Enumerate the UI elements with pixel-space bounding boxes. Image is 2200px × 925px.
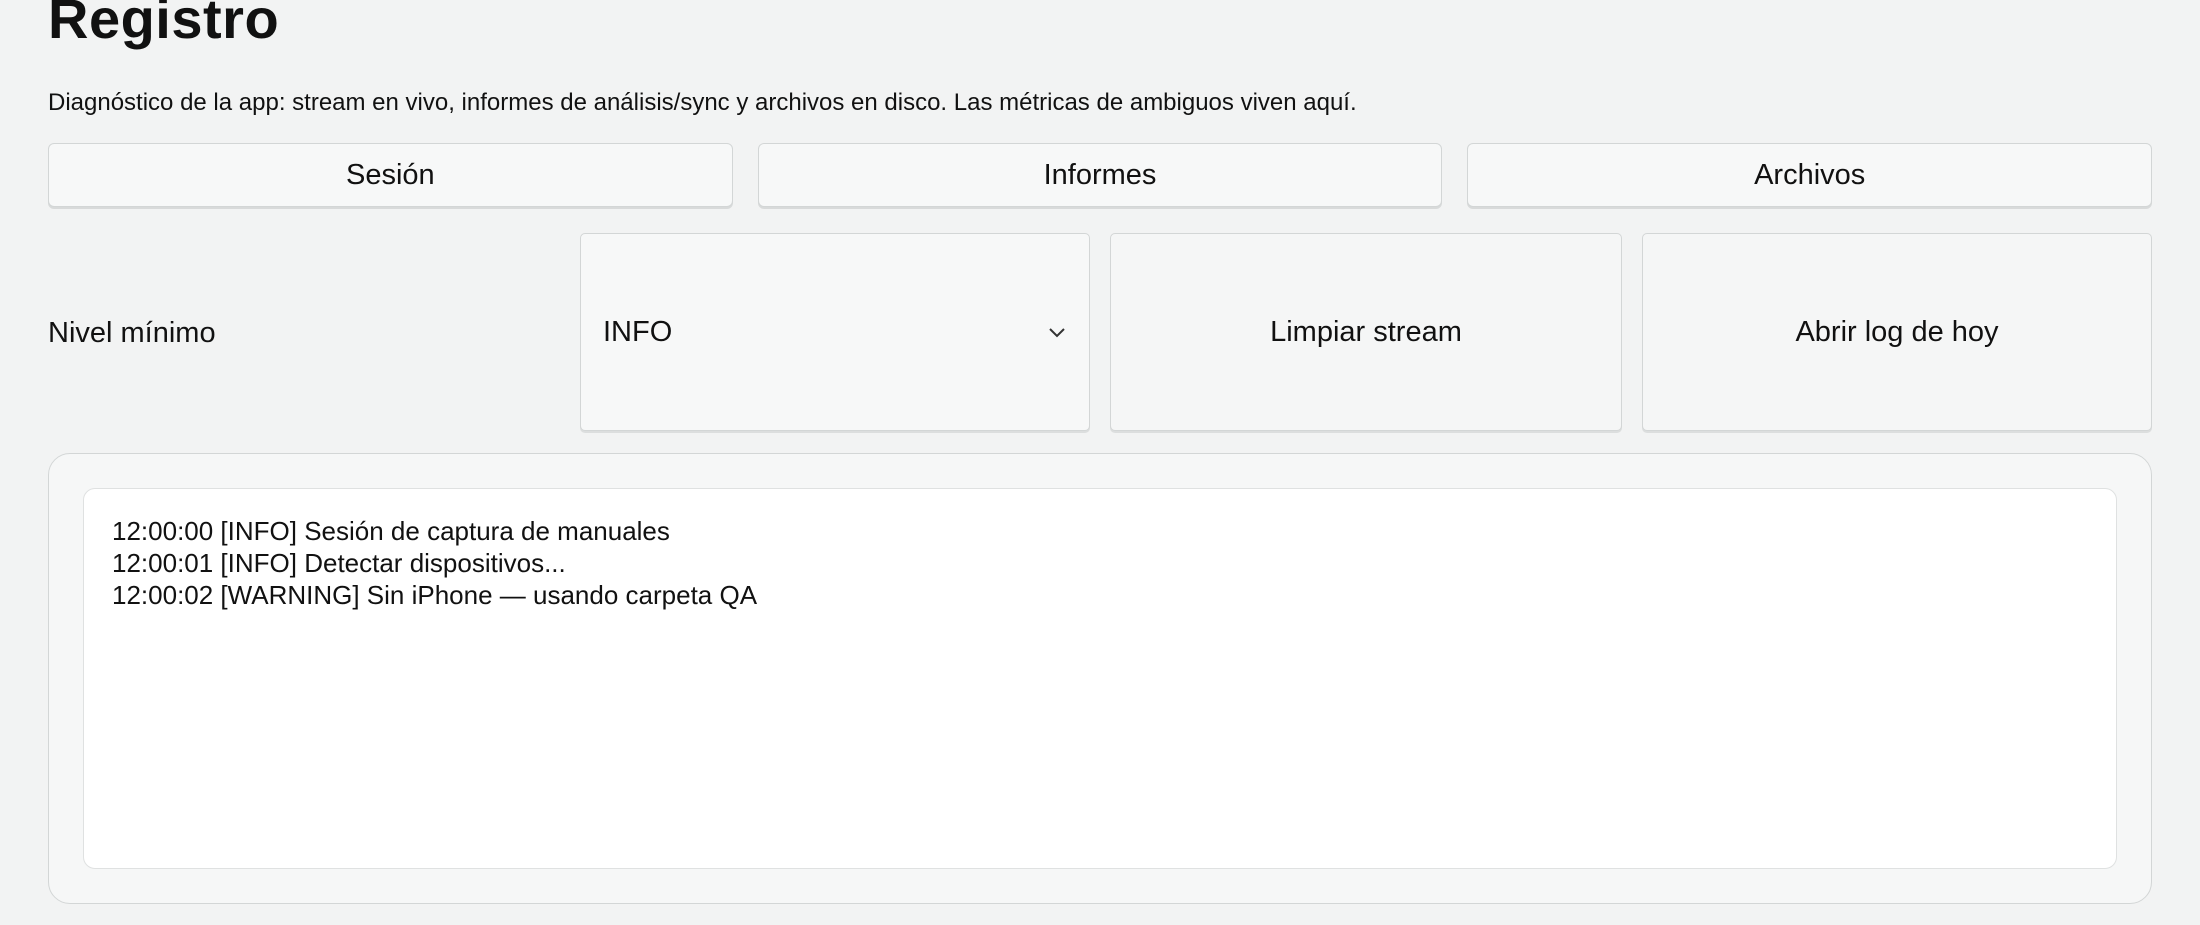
log-page: Registro Diagnóstico de la app: stream e… bbox=[0, 0, 2200, 925]
log-stream-output[interactable]: 12:00:00 [INFO] Sesión de captura de man… bbox=[83, 488, 2117, 869]
tab-reports[interactable]: Informes bbox=[757, 143, 1443, 207]
log-line: 12:00:01 [INFO] Detectar dispositivos... bbox=[112, 548, 566, 578]
tab-bar: Sesión Informes Archivos bbox=[48, 143, 2153, 209]
chevron-down-icon bbox=[1047, 322, 1067, 342]
clear-stream-button[interactable]: Limpiar stream bbox=[1110, 233, 1622, 431]
page-title: Registro bbox=[48, 0, 280, 50]
open-today-log-button[interactable]: Abrir log de hoy bbox=[1642, 233, 2152, 431]
log-line: 12:00:02 [WARNING] Sin iPhone — usando c… bbox=[112, 580, 758, 610]
controls-row: Nivel mínimo INFO Limpiar stream Abrir l… bbox=[48, 233, 2152, 433]
log-line: 12:00:00 [INFO] Sesión de captura de man… bbox=[112, 516, 670, 546]
min-level-label: Nivel mínimo bbox=[48, 316, 216, 349]
tab-files[interactable]: Archivos bbox=[1467, 143, 2153, 207]
min-level-select[interactable]: INFO bbox=[580, 233, 1090, 431]
min-level-value: INFO bbox=[603, 315, 673, 348]
tab-session[interactable]: Sesión bbox=[48, 143, 733, 207]
page-subtitle: Diagnóstico de la app: stream en vivo, i… bbox=[48, 89, 1357, 116]
log-panel: 12:00:00 [INFO] Sesión de captura de man… bbox=[48, 453, 2152, 904]
